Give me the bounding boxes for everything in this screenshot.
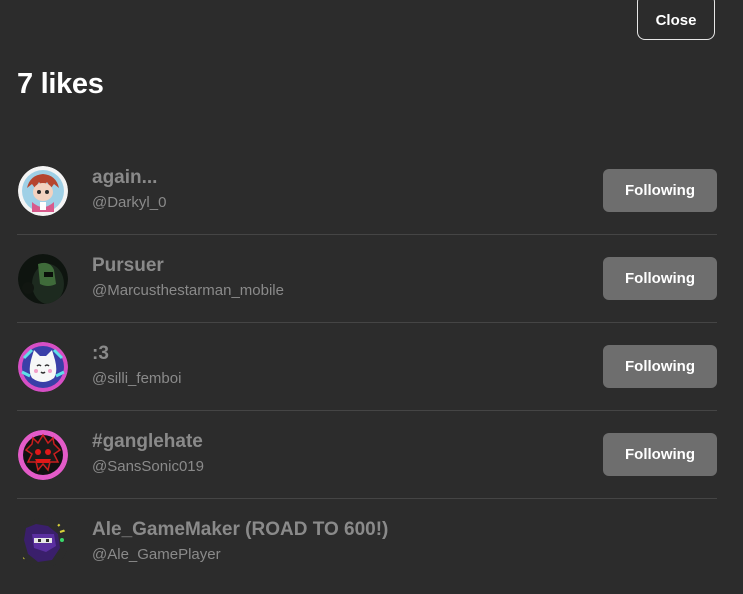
display-name[interactable]: Pursuer	[92, 255, 164, 277]
avatar[interactable]	[18, 430, 68, 480]
username: @Darkyl_0	[92, 194, 167, 211]
list-item[interactable]: #ganglehate @SansSonic019 Following	[17, 411, 717, 499]
list-item[interactable]: again... @Darkyl_0 Following	[17, 147, 717, 235]
following-button[interactable]: Following	[603, 169, 717, 212]
avatar[interactable]	[18, 518, 68, 568]
username: @Ale_GamePlayer	[92, 546, 221, 563]
likes-modal: Close 7 likes again... @Darkyl_0 Followi…	[0, 0, 743, 594]
display-name[interactable]: #ganglehate	[92, 431, 203, 453]
display-name[interactable]: Ale_GameMaker (ROAD TO 600!)	[92, 519, 388, 541]
purple-ninja-avatar-icon	[18, 518, 68, 568]
likes-list: again... @Darkyl_0 Following Pursuer @Ma…	[17, 147, 717, 586]
close-button[interactable]: Close	[637, 0, 715, 40]
avatar[interactable]	[18, 166, 68, 216]
black-red-spiky-avatar-icon	[18, 430, 68, 480]
white-cat-avatar-icon	[18, 342, 68, 392]
following-button[interactable]: Following	[603, 433, 717, 476]
list-item[interactable]: Pursuer @Marcusthestarman_mobile Followi…	[17, 235, 717, 323]
avatar[interactable]	[18, 254, 68, 304]
username: @SansSonic019	[92, 458, 204, 475]
dark-green-figure-avatar-icon	[18, 254, 68, 304]
username: @Marcusthestarman_mobile	[92, 282, 284, 299]
username: @silli_femboi	[92, 370, 182, 387]
display-name[interactable]: :3	[92, 343, 109, 365]
following-button[interactable]: Following	[603, 345, 717, 388]
red-haired-character-avatar-icon	[18, 166, 68, 216]
display-name[interactable]: again...	[92, 167, 157, 189]
following-button[interactable]: Following	[603, 257, 717, 300]
likes-count-title: 7 likes	[17, 68, 104, 100]
list-item[interactable]: :3 @silli_femboi Following	[17, 323, 717, 411]
list-item[interactable]: Ale_GameMaker (ROAD TO 600!) @Ale_GamePl…	[17, 499, 717, 586]
avatar[interactable]	[18, 342, 68, 392]
